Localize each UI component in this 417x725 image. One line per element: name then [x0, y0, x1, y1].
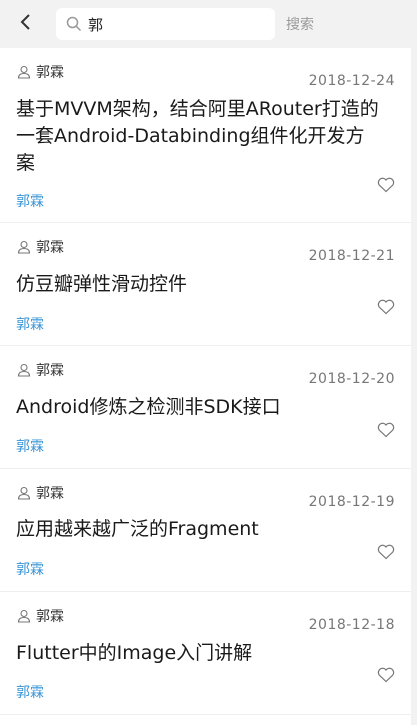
article-title[interactable]: Android修炼之检测非SDK接口 — [16, 394, 383, 421]
article-date: 2018-12-20 — [308, 371, 395, 387]
scrollbar[interactable] — [411, 48, 417, 725]
author-tag[interactable]: 郭霖 — [16, 314, 44, 334]
author-info: 郭霖 — [17, 483, 64, 503]
author-name: 郭霖 — [36, 486, 64, 502]
list-item[interactable]: 郭霖 2018-12-21 仿豆瓣弹性滑动控件 郭霖 — [0, 223, 411, 346]
article-date: 2018-12-18 — [308, 617, 395, 633]
search-icon — [66, 16, 82, 32]
author-tag[interactable]: 郭霖 — [16, 436, 44, 456]
list-item[interactable]: 郭霖 2018-12-18 Flutter中的Image入门讲解 郭霖 — [0, 592, 411, 715]
article-date: 2018-12-19 — [308, 494, 395, 510]
chevron-left-icon — [20, 14, 30, 30]
article-title[interactable]: 基于MVVM架构，结合阿里ARouter打造的一套Android-Databin… — [16, 96, 383, 177]
user-icon — [17, 240, 31, 254]
heart-icon[interactable] — [377, 299, 395, 315]
user-icon — [17, 609, 31, 623]
article-date: 2018-12-24 — [308, 73, 395, 89]
author-tag[interactable]: 郭霖 — [16, 191, 44, 211]
author-name: 郭霖 — [36, 363, 64, 379]
author-name: 郭霖 — [36, 65, 64, 81]
author-info: 郭霖 — [17, 62, 64, 82]
article-date: 2018-12-21 — [308, 248, 395, 264]
search-box[interactable] — [56, 8, 275, 40]
author-tag[interactable]: 郭霖 — [16, 682, 44, 702]
heart-icon[interactable] — [377, 177, 395, 193]
author-name: 郭霖 — [36, 609, 64, 625]
heart-icon[interactable] — [377, 544, 395, 560]
author-info: 郭霖 — [17, 237, 64, 257]
top-bar: 搜索 — [0, 0, 417, 48]
article-title[interactable]: 应用越来越广泛的Fragment — [16, 516, 383, 543]
article-title[interactable]: 仿豆瓣弹性滑动控件 — [16, 271, 383, 298]
heart-icon[interactable] — [377, 422, 395, 438]
search-input[interactable] — [88, 15, 258, 33]
author-tag[interactable]: 郭霖 — [16, 559, 44, 579]
article-list: 郭霖 2018-12-24 基于MVVM架构，结合阿里ARouter打造的一套A… — [0, 48, 411, 725]
list-item[interactable]: 郭霖 2018-12-24 基于MVVM架构，结合阿里ARouter打造的一套A… — [0, 48, 411, 223]
list-item[interactable]: 郭霖 2018-12-20 Android修炼之检测非SDK接口 郭霖 — [0, 346, 411, 469]
heart-icon[interactable] — [377, 667, 395, 683]
back-button[interactable] — [14, 10, 38, 34]
author-info: 郭霖 — [17, 606, 64, 626]
author-info: 郭霖 — [17, 360, 64, 380]
user-icon — [17, 65, 31, 79]
user-icon — [17, 486, 31, 500]
search-button[interactable]: 搜索 — [286, 14, 314, 34]
list-item[interactable]: 郭霖 2018-12-19 应用越来越广泛的Fragment 郭霖 — [0, 469, 411, 592]
author-name: 郭霖 — [36, 240, 64, 256]
user-icon — [17, 363, 31, 377]
article-title[interactable]: Flutter中的Image入门讲解 — [16, 640, 383, 667]
